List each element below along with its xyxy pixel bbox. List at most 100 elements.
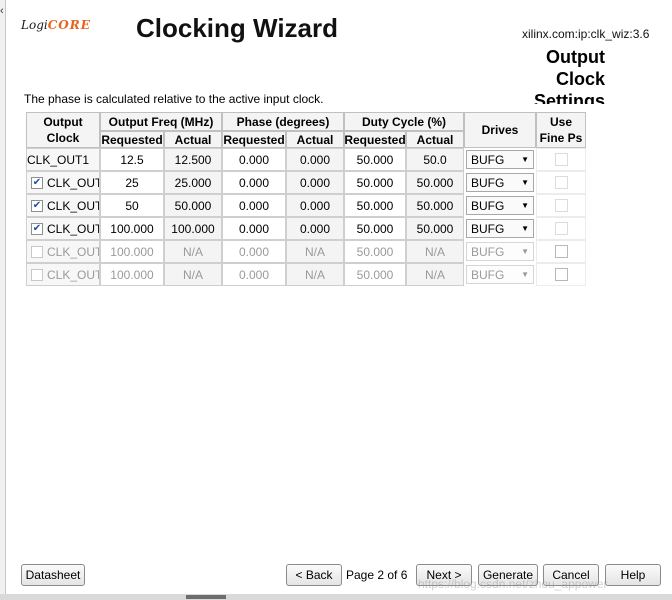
drives-select: BUFG ▼ (466, 242, 534, 261)
fine-ps-checkbox[interactable] (554, 222, 568, 235)
clock-enable-checkbox[interactable] (31, 245, 43, 258)
freq-req-cell[interactable]: 25 (100, 171, 164, 194)
header-use-fine-ps-label: Use Fine Ps (539, 115, 583, 145)
clock-enable-checkbox[interactable]: ✔ (31, 199, 43, 212)
freq-act-cell: N/A (164, 263, 222, 286)
section-title: Output Clock Settings (533, 47, 605, 104)
datasheet-button[interactable]: Datasheet (21, 564, 85, 586)
phase-req-cell: 0.000 (222, 240, 286, 263)
chevron-down-icon: ▼ (521, 270, 529, 279)
header-freq-actual: Actual (164, 131, 222, 148)
logicore-logo: LogiCORE (21, 18, 91, 32)
fine-ps-checkbox[interactable] (554, 199, 568, 212)
ip-identifier: xilinx.com:ip:clk_wiz:3.6 (522, 27, 650, 41)
fine-ps-checkbox[interactable] (554, 176, 568, 189)
horizontal-scrollbar[interactable] (0, 594, 672, 600)
clock-label-cell: CLK_OUT1 (26, 148, 100, 171)
fine-ps-checkbox[interactable] (554, 245, 568, 258)
fine-ps-checkbox[interactable] (554, 153, 568, 166)
help-button[interactable]: Help (605, 564, 661, 586)
duty-req-cell[interactable]: 50.000 (344, 194, 406, 217)
drives-select[interactable]: BUFG ▼ (466, 196, 534, 215)
clock-label: CLK_OUT1 (27, 152, 90, 167)
freq-act-cell: 25.000 (164, 171, 222, 194)
freq-req-cell[interactable]: 100.000 (100, 217, 164, 240)
header-use-fine-ps: Use Fine Ps (536, 112, 586, 148)
duty-act-cell: 50.000 (406, 217, 464, 240)
chevron-down-icon: ▼ (521, 155, 529, 164)
duty-act-cell: N/A (406, 240, 464, 263)
clock-label-cell[interactable]: ✔ CLK_OUT4 (26, 217, 100, 240)
header-phase-actual: Actual (286, 131, 344, 148)
phase-req-cell: 0.000 (222, 263, 286, 286)
header-duty-requested: Requested (344, 131, 406, 148)
watermark: https://blog.csdn.net/zhou_appower (418, 577, 608, 591)
freq-req-cell[interactable]: 12.5 (100, 148, 164, 171)
clock-label: CLK_OUT6 (47, 267, 99, 282)
duty-req-cell: 50.000 (344, 240, 406, 263)
chevron-down-icon: ▼ (521, 201, 529, 210)
drives-value: BUFG (471, 221, 505, 236)
drives-value: BUFG (471, 244, 505, 259)
header-drives: Drives (464, 112, 536, 148)
scrollbar-thumb[interactable] (186, 595, 226, 599)
checkmark-icon: ✔ (32, 199, 42, 211)
fine-ps-cell (536, 171, 586, 194)
freq-act-cell: 50.000 (164, 194, 222, 217)
left-window-edge: ‹ (0, 0, 6, 600)
freq-act-cell: N/A (164, 240, 222, 263)
phase-act-cell: N/A (286, 240, 344, 263)
header-duty-cycle: Duty Cycle (%) (344, 112, 464, 131)
header-output-freq: Output Freq (MHz) (100, 112, 222, 131)
clock-label: CLK_OUT4 (47, 221, 99, 236)
header-output-clock-label: Output Clock (43, 115, 83, 145)
duty-req-cell[interactable]: 50.000 (344, 217, 406, 240)
clock-label-cell[interactable]: CLK_OUT5 (26, 240, 100, 263)
duty-req-cell[interactable]: 50.000 (344, 171, 406, 194)
wizard-title: Clocking Wizard (136, 13, 339, 43)
drives-select[interactable]: BUFG ▼ (466, 173, 534, 192)
phase-act-cell: N/A (286, 263, 344, 286)
drives-select[interactable]: BUFG ▼ (466, 150, 534, 169)
drives-select[interactable]: BUFG ▼ (466, 219, 534, 238)
phase-act-cell: 0.000 (286, 194, 344, 217)
phase-req-cell[interactable]: 0.000 (222, 171, 286, 194)
duty-req-cell[interactable]: 50.000 (344, 148, 406, 171)
chevron-down-icon: ▼ (521, 178, 529, 187)
freq-req-cell: 100.000 (100, 263, 164, 286)
duty-req-cell: 50.000 (344, 263, 406, 286)
header-output-clock: Output Clock (26, 112, 100, 148)
duty-act-cell: 50.0 (406, 148, 464, 171)
drives-select: BUFG ▼ (466, 265, 534, 284)
logo-prefix: Logi (21, 18, 48, 32)
phase-act-cell: 0.000 (286, 171, 344, 194)
page-indicator: Page 2 of 6 (346, 568, 408, 582)
checkmark-icon: ✔ (32, 222, 42, 234)
header-phase-requested: Requested (222, 131, 286, 148)
chevron-down-icon: ▼ (521, 247, 529, 256)
clock-label-cell[interactable]: ✔ CLK_OUT3 (26, 194, 100, 217)
clock-label: CLK_OUT5 (47, 244, 99, 259)
freq-req-cell[interactable]: 50 (100, 194, 164, 217)
fine-ps-cell (536, 148, 586, 171)
clock-enable-checkbox[interactable] (31, 268, 43, 281)
freq-act-cell: 100.000 (164, 217, 222, 240)
phase-act-cell: 0.000 (286, 148, 344, 171)
clock-label-cell[interactable]: CLK_OUT6 (26, 263, 100, 286)
collapse-arrow-icon[interactable]: ‹ (0, 5, 4, 17)
phase-req-cell[interactable]: 0.000 (222, 217, 286, 240)
clock-label-cell[interactable]: ✔ CLK_OUT2 (26, 171, 100, 194)
duty-act-cell: 50.000 (406, 171, 464, 194)
back-button[interactable]: < Back (286, 564, 342, 586)
phase-req-cell[interactable]: 0.000 (222, 148, 286, 171)
fine-ps-cell (536, 263, 586, 286)
clock-enable-checkbox[interactable]: ✔ (31, 222, 43, 235)
fine-ps-cell (536, 240, 586, 263)
duty-act-cell: N/A (406, 263, 464, 286)
clock-enable-checkbox[interactable]: ✔ (31, 176, 43, 189)
fine-ps-checkbox[interactable] (554, 268, 568, 281)
header-duty-actual: Actual (406, 131, 464, 148)
phase-note: The phase is calculated relative to the … (24, 92, 324, 106)
header-phase: Phase (degrees) (222, 112, 344, 131)
phase-req-cell[interactable]: 0.000 (222, 194, 286, 217)
